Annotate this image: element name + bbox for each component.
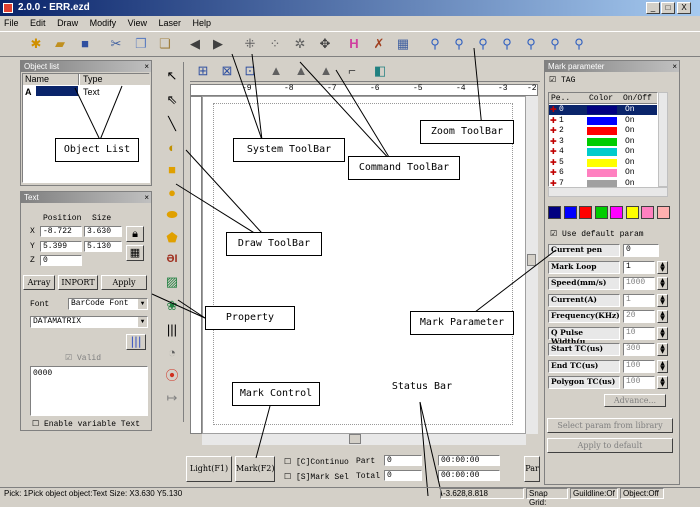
- callout-mark-control: Mark Control: [232, 382, 320, 406]
- callout-object-list: Object List: [55, 138, 139, 162]
- callout-property: Property: [205, 306, 295, 330]
- status-guideline[interactable]: Guildline:Of: [570, 488, 618, 499]
- callout-draw-toolbar: Draw ToolBar: [226, 232, 322, 256]
- callout-lines: [74, 47, 557, 497]
- callout-system-toolbar: System ToolBar: [233, 138, 345, 162]
- status-snap-grid[interactable]: Snap Grid:: [526, 488, 568, 507]
- status-text: Pick: 1Pick object object:Text Size: X3.…: [4, 489, 183, 498]
- callout-command-toolbar: Command ToolBar: [348, 156, 460, 180]
- status-coordinates: -3.628,8.818: [440, 488, 524, 499]
- callout-status-bar: Status Bar: [391, 381, 453, 392]
- callout-mark-parameter: Mark Parameter: [410, 311, 514, 335]
- callout-zoom-toolbar: Zoom ToolBar: [420, 120, 514, 144]
- status-object-snap[interactable]: Object:Off: [620, 488, 664, 499]
